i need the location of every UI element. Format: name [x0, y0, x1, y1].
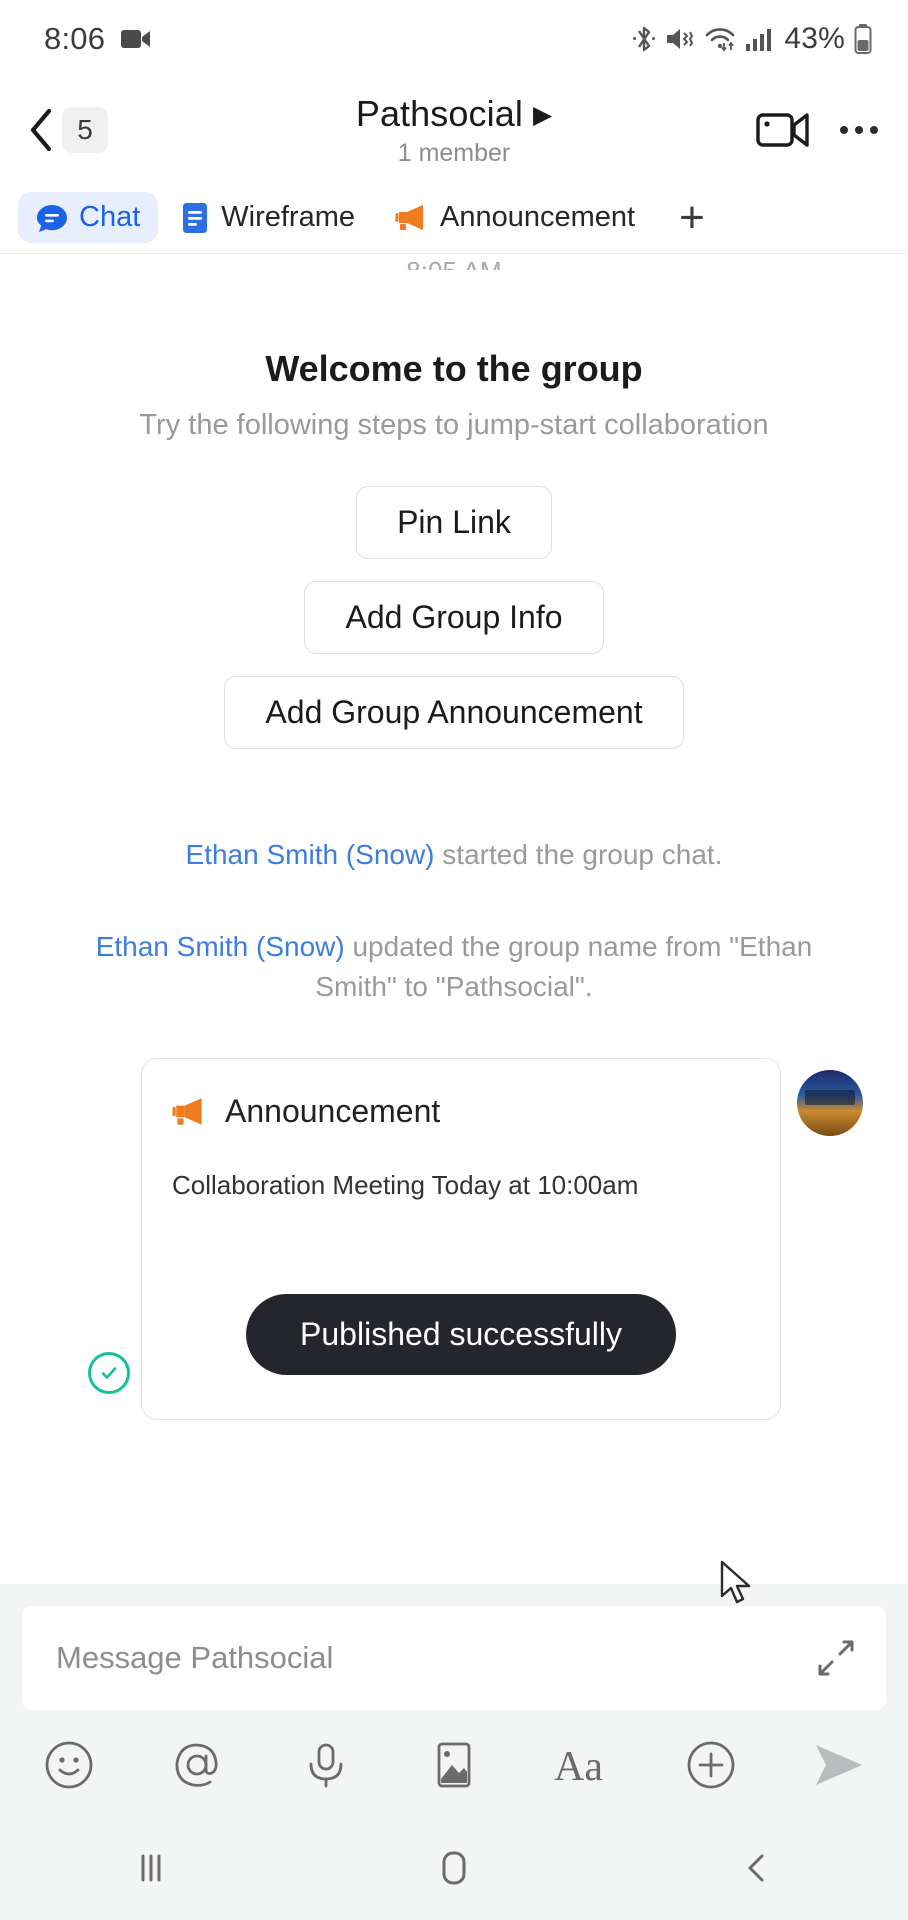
- message-list[interactable]: 8:05 AM Welcome to the group Try the fol…: [0, 254, 908, 1584]
- message-input-wrap[interactable]: Message Pathsocial: [22, 1606, 886, 1710]
- tab-chat[interactable]: Chat: [18, 192, 159, 243]
- mute-vibrate-icon: [665, 25, 695, 53]
- megaphone-icon: [172, 1096, 208, 1128]
- tab-wireframe[interactable]: Wireframe: [162, 192, 373, 243]
- expand-diagonal-icon[interactable]: [814, 1636, 858, 1680]
- text-format-icon[interactable]: Aa: [553, 1736, 611, 1794]
- announcement-card-title: Announcement: [225, 1093, 441, 1130]
- phone-screen: 8:06 43% 5 Pathsocial ▶ 1 member Chat Wi…: [0, 0, 908, 1920]
- announcement-card-body: Collaboration Meeting Today at 10:00am: [172, 1170, 639, 1201]
- chat-header: 5 Pathsocial ▶ 1 member: [0, 78, 908, 182]
- status-bar: 8:06 43%: [0, 0, 908, 78]
- mention-icon[interactable]: [168, 1736, 226, 1794]
- add-group-info-button[interactable]: Add Group Info: [304, 581, 604, 654]
- back-button[interactable]: 5: [26, 107, 108, 153]
- welcome-block: Welcome to the group Try the following s…: [0, 348, 908, 442]
- home-icon[interactable]: [414, 1838, 494, 1898]
- system-message: Ethan Smith (Snow) started the group cha…: [0, 835, 908, 875]
- microphone-icon[interactable]: [297, 1736, 355, 1794]
- bluetooth-icon: [632, 24, 656, 54]
- tab-bar: Chat Wireframe Announcement +: [0, 182, 908, 254]
- recents-icon[interactable]: [111, 1838, 191, 1898]
- check-circle-icon: [88, 1352, 130, 1395]
- megaphone-icon: [395, 203, 429, 233]
- status-bar-right: 43%: [632, 22, 872, 56]
- wifi-icon: [704, 25, 736, 53]
- back-icon[interactable]: [717, 1838, 797, 1898]
- unread-count-badge: 5: [62, 107, 108, 153]
- member-count: 1 member: [397, 138, 511, 167]
- system-message-author[interactable]: Ethan Smith (Snow): [96, 931, 345, 962]
- announcement-card-header: Announcement: [172, 1093, 750, 1130]
- chevron-left-icon: [26, 107, 56, 153]
- add-tab-button[interactable]: +: [657, 195, 727, 240]
- system-message-text: started the group chat.: [434, 839, 723, 870]
- android-nav-bar: [0, 1816, 908, 1920]
- plus-circle-icon[interactable]: [682, 1736, 740, 1794]
- chat-bubble-icon: [36, 202, 68, 234]
- message-composer: Message Pathsocial Aa: [0, 1584, 908, 1816]
- battery-percent: 43%: [784, 22, 845, 55]
- tab-wireframe-label: Wireframe: [221, 201, 355, 233]
- header-actions: [756, 109, 878, 151]
- group-title-row[interactable]: Pathsocial ▶: [356, 93, 552, 135]
- svg-text:Aa: Aa: [554, 1744, 603, 1790]
- cellular-signal-icon: [745, 26, 772, 52]
- system-message-text: updated the group name from "Ethan Smith…: [315, 930, 813, 1002]
- tab-announcement-label: Announcement: [440, 201, 636, 233]
- message-input[interactable]: Message Pathsocial: [56, 1640, 814, 1676]
- status-bar-left: 8:06: [44, 21, 151, 57]
- pin-link-button[interactable]: Pin Link: [356, 486, 552, 559]
- emoji-icon[interactable]: [40, 1736, 98, 1794]
- welcome-subtitle: Try the following steps to jump-start co…: [139, 409, 769, 441]
- status-toast: Published successfully: [246, 1294, 676, 1376]
- welcome-title: Welcome to the group: [265, 348, 643, 389]
- add-group-announcement-button[interactable]: Add Group Announcement: [224, 676, 684, 749]
- document-icon: [180, 202, 210, 234]
- video-recording-icon: [121, 28, 151, 50]
- send-icon[interactable]: [810, 1736, 868, 1794]
- onboarding-actions: Pin Link Add Group Info Add Group Announ…: [0, 486, 908, 749]
- more-options-icon[interactable]: [840, 126, 878, 134]
- status-time: 8:06: [44, 21, 106, 56]
- system-message: Ethan Smith (Snow) updated the group nam…: [0, 927, 908, 1007]
- battery-icon: [854, 24, 872, 54]
- chevron-right-icon: ▶: [532, 100, 553, 129]
- date-separator: 8:05 AM: [0, 256, 908, 270]
- announcement-card[interactable]: Announcement Collaboration Meeting Today…: [141, 1058, 781, 1421]
- system-message-author[interactable]: Ethan Smith (Snow): [186, 839, 435, 870]
- message-row: Announcement Collaboration Meeting Today…: [0, 1058, 908, 1421]
- avatar[interactable]: [797, 1070, 863, 1137]
- composer-tools: Aa: [22, 1710, 886, 1816]
- tab-chat-label: Chat: [79, 201, 141, 233]
- tab-announcement[interactable]: Announcement: [377, 192, 653, 243]
- image-icon[interactable]: [425, 1736, 483, 1794]
- system-messages: Ethan Smith (Snow) started the group cha…: [0, 835, 908, 1006]
- page-title: Pathsocial: [355, 92, 523, 134]
- video-call-icon[interactable]: [756, 109, 810, 151]
